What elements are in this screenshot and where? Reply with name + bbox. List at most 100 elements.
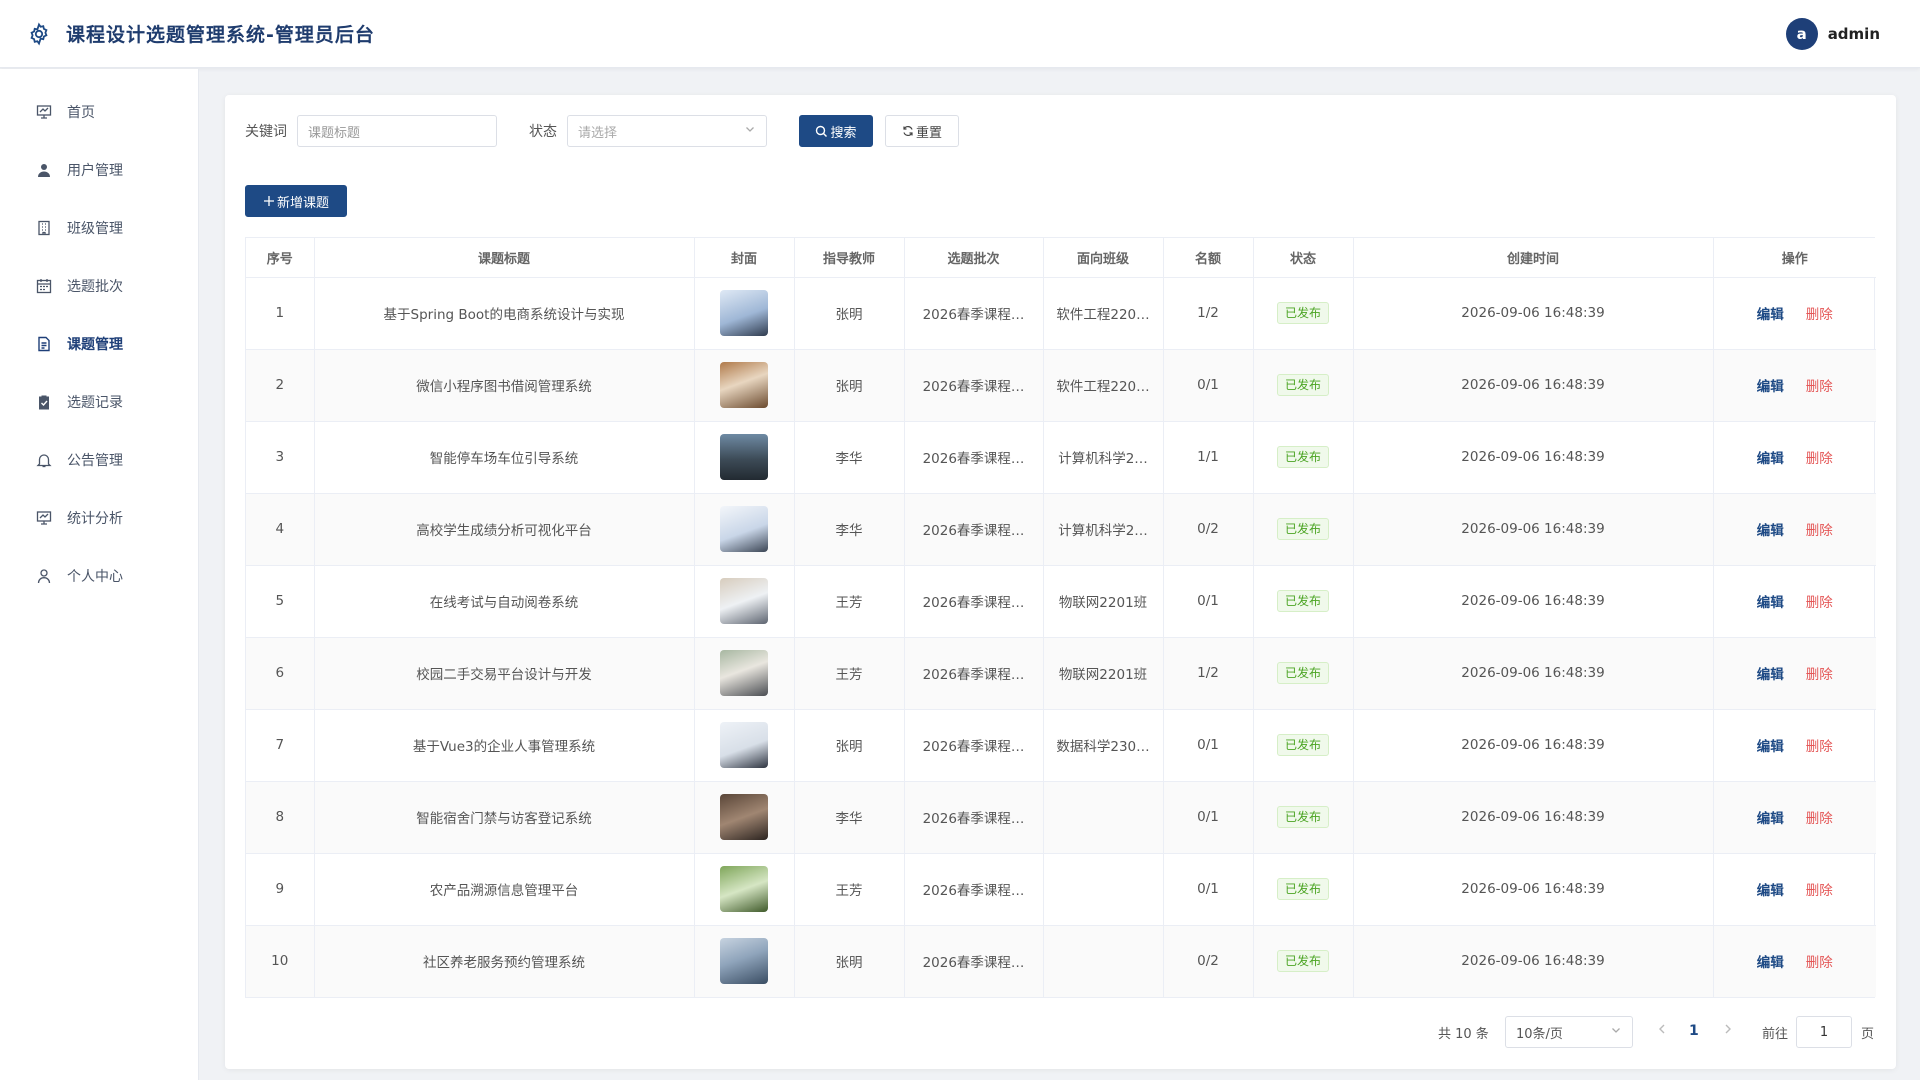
teacher-cell: 张明 — [794, 925, 905, 997]
status-badge: 已发布 — [1276, 302, 1329, 324]
chevron-left-icon — [1659, 1024, 1665, 1034]
sidebar-item-records[interactable]: 选题记录 — [0, 373, 198, 431]
person-icon — [35, 567, 53, 585]
page-size-select[interactable]: 10条/页 — [1505, 1016, 1633, 1048]
reset-button[interactable]: 重置 — [885, 115, 959, 147]
goto-page-input[interactable]: 1 — [1796, 1016, 1852, 1048]
actions-cell: 编辑 删除 — [1713, 781, 1876, 854]
search-button-label: 搜索 — [830, 125, 857, 141]
quota-cell: 1/1 — [1163, 421, 1254, 494]
sidebar-item-notices[interactable]: 公告管理 — [0, 431, 198, 489]
cover-cell — [694, 349, 795, 422]
sidebar-item-label: 公告管理 — [67, 453, 123, 469]
sidebar-item-users[interactable]: 用户管理 — [0, 141, 198, 199]
edit-button[interactable]: 编辑 — [1757, 883, 1784, 899]
sidebar-item-statistics[interactable]: 统计分析 — [0, 489, 198, 547]
main-card: 关键词 课题标题 状态 请选择 搜索 重置 新增课题 序号 课题标题 封面 指导… — [225, 95, 1896, 1069]
delete-button[interactable]: 删除 — [1806, 739, 1833, 755]
edit-button[interactable]: 编辑 — [1757, 307, 1784, 323]
column-header: 选题批次 — [904, 238, 1044, 278]
delete-button[interactable]: 删除 — [1806, 523, 1833, 539]
teacher-cell: 李华 — [794, 493, 905, 566]
teacher-cell: 张明 — [794, 709, 905, 782]
sidebar-item-label: 班级管理 — [67, 221, 123, 237]
status-cell: 已发布 — [1253, 853, 1354, 926]
column-header: 创建时间 — [1353, 238, 1714, 278]
delete-button[interactable]: 删除 — [1806, 811, 1833, 827]
table-row: 4 高校学生成绩分析可视化平台 李华 2026春季课程… 计算机科学2… 0/2 已发布 20… — [246, 493, 1876, 566]
created-time-cell: 2026-09-06 16:48:39 — [1353, 349, 1714, 422]
cover-cell — [694, 637, 795, 710]
delete-button[interactable]: 删除 — [1806, 379, 1833, 395]
cover-image — [720, 290, 768, 336]
edit-button[interactable]: 编辑 — [1757, 739, 1784, 755]
table-row: 9 农产品溯源信息管理平台 王芳 2026春季课程… 0/1 已发布 2026-09-06 … — [246, 853, 1876, 926]
row-index-cell: 9 — [246, 853, 315, 926]
sidebar-item-profile[interactable]: 个人中心 — [0, 547, 198, 605]
edit-button[interactable]: 编辑 — [1757, 955, 1784, 971]
page-size-value: 10条/页 — [1516, 1026, 1563, 1042]
add-topic-button[interactable]: 新增课题 — [245, 185, 347, 217]
page-number-1[interactable]: 1 — [1689, 1023, 1699, 1039]
edit-button[interactable]: 编辑 — [1757, 379, 1784, 395]
batch-cell: 2026春季课程… — [904, 925, 1044, 997]
created-time-cell: 2026-09-06 16:48:39 — [1353, 853, 1714, 926]
sidebar-item-classes[interactable]: 班级管理 — [0, 199, 198, 257]
target-class-cell: 物联网2201班 — [1043, 637, 1164, 710]
edit-button[interactable]: 编辑 — [1757, 523, 1784, 539]
created-time-cell: 2026-09-06 16:48:39 — [1353, 493, 1714, 566]
status-badge: 已发布 — [1276, 806, 1329, 828]
delete-button[interactable]: 删除 — [1806, 883, 1833, 899]
delete-button[interactable]: 删除 — [1806, 955, 1833, 971]
edit-button[interactable]: 编辑 — [1757, 667, 1784, 683]
sidebar-item-batches[interactable]: 选题批次 — [0, 257, 198, 315]
search-button[interactable]: 搜索 — [799, 115, 873, 147]
status-select[interactable]: 请选择 — [567, 115, 767, 147]
quota-cell: 1/2 — [1163, 637, 1254, 710]
avatar[interactable]: a — [1785, 18, 1818, 50]
actions-cell: 编辑 删除 — [1713, 565, 1876, 638]
row-index-cell: 4 — [246, 493, 315, 566]
app-header: 课程设计选题管理系统-管理员后台 a admin — [0, 0, 1920, 68]
row-index-cell: 5 — [246, 565, 315, 638]
delete-button[interactable]: 删除 — [1806, 595, 1833, 611]
edit-button[interactable]: 编辑 — [1757, 595, 1784, 611]
cover-image — [720, 434, 768, 480]
cover-image — [720, 506, 768, 552]
delete-button[interactable]: 删除 — [1806, 451, 1833, 467]
column-header: 操作 — [1713, 238, 1876, 278]
topic-title-cell: 基于Spring Boot的电商系统设计与实现 — [314, 277, 695, 350]
sidebar-item-home[interactable]: 首页 — [0, 83, 198, 141]
edit-button[interactable]: 编辑 — [1757, 811, 1784, 827]
column-header: 课题标题 — [314, 238, 695, 278]
user-menu[interactable]: a admin — [1785, 18, 1880, 50]
created-time-cell: 2026-09-06 16:48:39 — [1353, 925, 1714, 997]
keyword-input[interactable]: 课题标题 — [297, 115, 497, 147]
topic-title-cell: 在线考试与自动阅卷系统 — [314, 565, 695, 638]
row-index-cell: 1 — [246, 277, 315, 350]
cover-image — [720, 938, 768, 985]
document-icon — [35, 335, 53, 353]
delete-button[interactable]: 删除 — [1806, 667, 1833, 683]
sidebar-item-topics[interactable]: 课题管理 — [0, 315, 198, 373]
prev-page-button[interactable] — [1657, 1023, 1667, 1039]
username[interactable]: admin — [1828, 25, 1880, 43]
batch-cell: 2026春季课程… — [904, 709, 1044, 782]
teacher-cell: 王芳 — [794, 853, 905, 926]
cover-cell — [694, 421, 795, 494]
status-cell: 已发布 — [1253, 421, 1354, 494]
status-cell: 已发布 — [1253, 925, 1354, 997]
created-time-cell: 2026-09-06 16:48:39 — [1353, 709, 1714, 782]
cover-image — [720, 650, 768, 696]
column-header: 序号 — [246, 238, 315, 278]
batch-cell: 2026春季课程… — [904, 277, 1044, 350]
reset-button-label: 重置 — [915, 125, 942, 141]
pagination: 共 10 条 10条/页 1 前往 1 页 — [225, 1016, 1896, 1048]
teacher-cell: 张明 — [794, 277, 905, 350]
batch-cell: 2026春季课程… — [904, 349, 1044, 422]
target-class-cell — [1043, 781, 1164, 854]
delete-button[interactable]: 删除 — [1806, 307, 1833, 323]
edit-button[interactable]: 编辑 — [1757, 451, 1784, 467]
next-page-button[interactable] — [1723, 1023, 1733, 1039]
quota-cell: 0/2 — [1163, 925, 1254, 997]
